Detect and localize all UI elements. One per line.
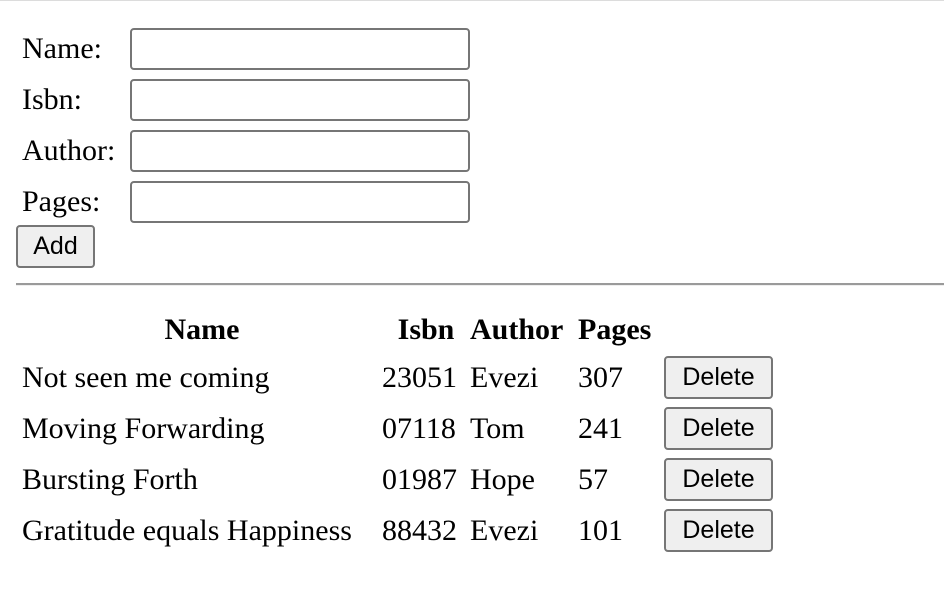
- name-input[interactable]: [130, 27, 470, 70]
- pages-input[interactable]: [130, 180, 470, 223]
- book-pages: 101: [578, 513, 623, 547]
- book-isbn: 88432: [382, 513, 457, 547]
- book-name: Not seen me coming: [22, 360, 270, 394]
- isbn-input[interactable]: [130, 78, 470, 121]
- author-input[interactable]: [130, 129, 470, 172]
- delete-button[interactable]: Delete: [664, 458, 773, 501]
- name-label: Name:: [22, 31, 102, 65]
- top-border: [0, 0, 944, 1]
- isbn-label: Isbn:: [22, 82, 82, 116]
- book-author: Evezi: [470, 513, 539, 547]
- delete-button[interactable]: Delete: [664, 356, 773, 399]
- author-label: Author:: [22, 133, 116, 167]
- book-author: Tom: [470, 411, 525, 445]
- book-isbn: 23051: [382, 360, 457, 394]
- pages-label: Pages:: [22, 184, 101, 218]
- action-cell: Delete: [664, 509, 774, 552]
- header-name: Name: [164, 313, 240, 346]
- book-form: Name: Isbn: Author: Pages:: [22, 23, 470, 227]
- book-pages: 307: [578, 360, 623, 394]
- action-cell: Delete: [664, 407, 774, 450]
- books-table: Name Isbn Author Pages Not seen me comin…: [22, 308, 774, 556]
- table-row: Not seen me coming 23051 Evezi 307 Delet…: [22, 352, 774, 403]
- book-author: Hope: [470, 462, 535, 496]
- header-isbn: Isbn: [397, 313, 455, 346]
- book-author: Evezi: [470, 360, 539, 394]
- name-row: Name:: [22, 23, 470, 74]
- author-row: Author:: [22, 125, 470, 176]
- book-isbn: 01987: [382, 462, 457, 496]
- pages-row: Pages:: [22, 176, 470, 227]
- book-pages: 241: [578, 411, 623, 445]
- table-row: Gratitude equals Happiness 88432 Evezi 1…: [22, 505, 774, 556]
- add-button[interactable]: Add: [16, 225, 95, 268]
- book-name: Gratitude equals Happiness: [22, 513, 352, 547]
- action-cell: Delete: [664, 458, 774, 501]
- action-cell: Delete: [664, 356, 774, 399]
- delete-button[interactable]: Delete: [664, 407, 773, 450]
- book-pages: 57: [578, 462, 608, 496]
- table-row: Bursting Forth 01987 Hope 57 Delete: [22, 454, 774, 505]
- book-name: Moving Forwarding: [22, 411, 265, 445]
- table-header-row: Name Isbn Author Pages: [22, 308, 774, 352]
- header-author: Author: [470, 313, 564, 346]
- isbn-row: Isbn:: [22, 74, 470, 125]
- delete-button[interactable]: Delete: [664, 509, 773, 552]
- divider: [16, 283, 944, 286]
- book-name: Bursting Forth: [22, 462, 198, 496]
- book-isbn: 07118: [382, 411, 456, 445]
- table-row: Moving Forwarding 07118 Tom 241 Delete: [22, 403, 774, 454]
- header-pages: Pages: [578, 313, 652, 346]
